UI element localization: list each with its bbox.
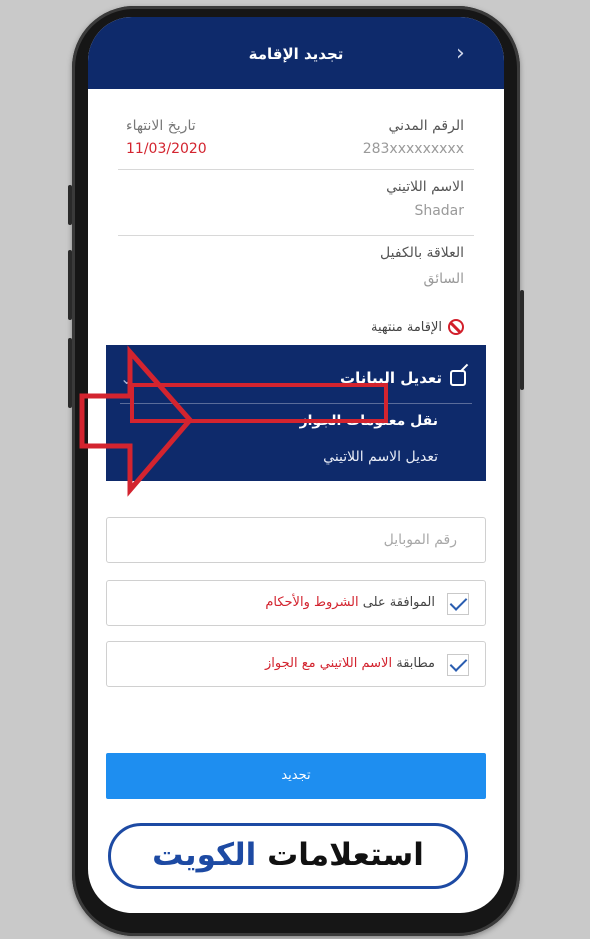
logo-word-2: الكويت [152, 837, 257, 873]
watermark-logo: استعلامات الكويت [108, 823, 468, 889]
right-arrow-icon [79, 345, 194, 497]
annotation-arrow [79, 345, 194, 497]
logo-word-1: استعلامات [267, 837, 424, 873]
